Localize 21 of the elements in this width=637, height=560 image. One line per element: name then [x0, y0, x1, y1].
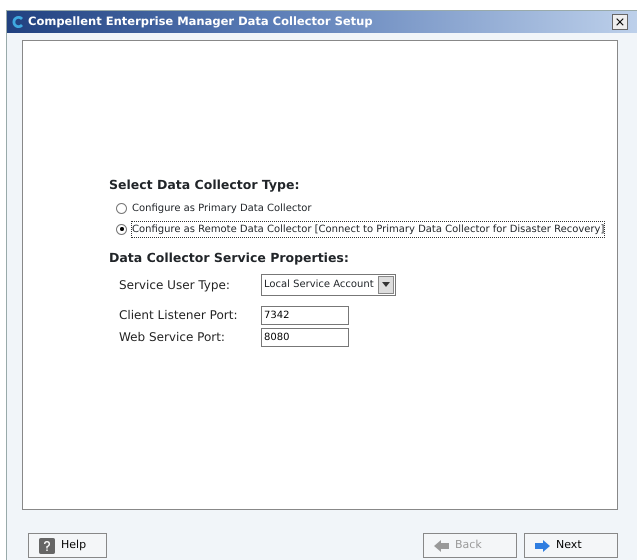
section-heading: Data Collector Service Properties:	[109, 248, 350, 267]
field-label: Web Service Port:	[119, 329, 226, 346]
logo-icon	[10, 14, 26, 30]
input-field[interactable]: 7342	[261, 306, 349, 324]
radio-button[interactable]	[116, 202, 127, 214]
next-button[interactable]: Next	[524, 533, 618, 558]
radio-label[interactable]: Configure as Primary Data Collector	[132, 200, 312, 216]
radio-label[interactable]: Configure as Remote Data Collector [Connect to Primary Data Collector for Disaster Recovery]	[132, 222, 604, 237]
section-heading: Select Data Collector Type:	[109, 176, 300, 194]
caret-icon	[382, 282, 390, 287]
help-icon	[39, 538, 55, 554]
close-button[interactable]: ×	[612, 14, 628, 30]
window-title: Compellent Enterprise Manager Data Collector Setup	[28, 13, 373, 30]
back-arrow-icon	[434, 540, 449, 552]
input-field[interactable]: 8080	[261, 328, 349, 346]
next-arrow-icon	[535, 540, 550, 552]
radio-button[interactable]	[116, 224, 127, 235]
dropdown[interactable]: Local Service Account	[261, 274, 396, 296]
help-button[interactable]: Help	[28, 533, 107, 558]
field-label: Client Listener Port:	[119, 307, 238, 324]
field-label: Service User Type:	[119, 276, 231, 294]
